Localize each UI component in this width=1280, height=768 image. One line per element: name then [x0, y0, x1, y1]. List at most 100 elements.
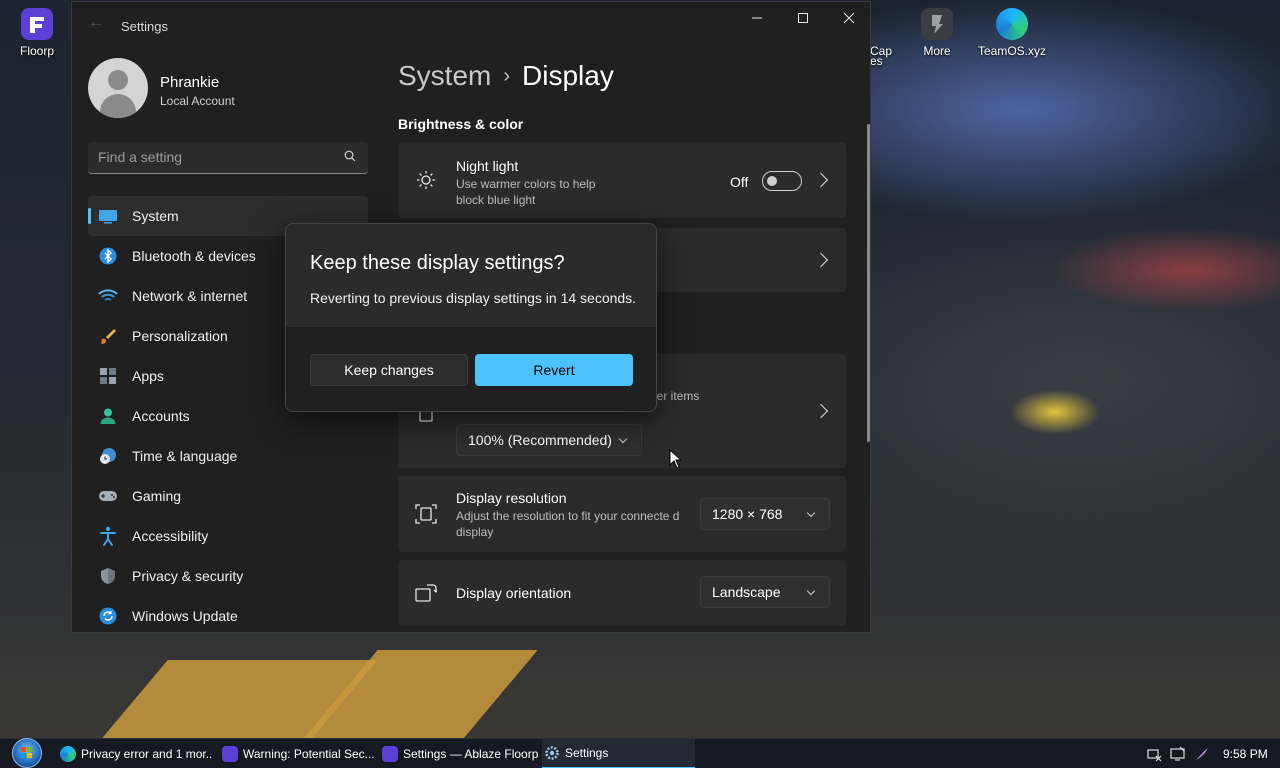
- gamepad-icon: [98, 486, 118, 506]
- search-input[interactable]: [98, 149, 328, 165]
- window-title: Settings: [121, 19, 168, 34]
- profile-account-type: Local Account: [160, 94, 235, 108]
- taskbar-item-label: Settings — Ablaze Floorp: [403, 747, 538, 761]
- pen-icon[interactable]: [1194, 746, 1210, 762]
- taskbar: Privacy error and 1 mor... Warning: Pote…: [0, 738, 1280, 768]
- sidebar-item-label: Accounts: [132, 408, 190, 424]
- orientation-icon: [414, 581, 438, 605]
- sidebar-item-label: System: [132, 208, 179, 224]
- update-icon: [98, 606, 118, 626]
- clock[interactable]: 9:58 PM: [1223, 747, 1268, 761]
- sidebar-item-accessibility[interactable]: Accessibility: [88, 516, 368, 556]
- dialog-title: Keep these display settings?: [310, 252, 565, 274]
- desktop-icon-label: TeamOS.xyz: [977, 44, 1046, 58]
- section-title: Brightness & color: [398, 116, 524, 132]
- resolution-icon: [414, 502, 438, 526]
- display-resolution-card[interactable]: Display resolution Adjust the resolution…: [398, 476, 846, 552]
- night-light-title: Night light: [456, 158, 519, 174]
- orientation-dropdown-value: Landscape: [712, 584, 781, 600]
- more-icon: [921, 8, 953, 40]
- chevron-right-icon: [813, 172, 829, 188]
- display-resolution-title: Display resolution: [456, 490, 567, 506]
- floorp-icon: [382, 746, 398, 762]
- sidebar-item-label: Bluetooth & devices: [132, 248, 256, 264]
- mouse-cursor-icon: [669, 449, 681, 469]
- display-orientation-card[interactable]: Display orientation Landscape: [398, 560, 846, 626]
- night-light-description: Use warmer colors to help block blue lig…: [456, 177, 596, 207]
- desktop-icon-teamos[interactable]: TeamOS.xyz: [972, 0, 1052, 58]
- sidebar-item-gaming[interactable]: Gaming: [88, 476, 368, 516]
- page-title: Display: [522, 60, 614, 91]
- sidebar-item-label: Network & internet: [132, 288, 248, 304]
- sidebar-item-label: Privacy & security: [132, 568, 244, 584]
- apps-icon: [98, 366, 118, 386]
- sidebar-item-label: Accessibility: [132, 528, 209, 544]
- sidebar-item-privacy-security[interactable]: Privacy & security: [88, 556, 368, 596]
- chevron-down-icon: [806, 586, 816, 596]
- network-disconnected-icon[interactable]: [1146, 746, 1162, 762]
- floorp-icon: [222, 746, 238, 762]
- taskbar-item-floorp-warning[interactable]: Warning: Potential Sec...: [222, 739, 374, 768]
- desktop-icon-label: More: [923, 44, 951, 58]
- night-light-state: Off: [730, 174, 749, 190]
- desktop-icon-label: Floorp: [19, 44, 54, 58]
- avatar: [88, 58, 148, 118]
- keep-display-settings-dialog: Keep these display settings? Reverting t…: [285, 223, 657, 412]
- edge-icon: [60, 746, 76, 762]
- resolution-dropdown-value: 1280 × 768: [712, 506, 783, 522]
- back-arrow-icon[interactable]: ←: [88, 14, 104, 32]
- search-box[interactable]: [88, 142, 368, 174]
- edge-icon: [996, 8, 1028, 40]
- sidebar-item-windows-update[interactable]: Windows Update: [88, 596, 368, 632]
- night-light-toggle[interactable]: [762, 171, 802, 191]
- resolution-dropdown[interactable]: 1280 × 768: [700, 498, 830, 530]
- shield-icon: [98, 566, 118, 586]
- sidebar-item-label: Time & language: [132, 448, 238, 464]
- taskbar-item-label: Warning: Potential Sec...: [243, 747, 374, 761]
- scale-dropdown[interactable]: 100% (Recommended): [456, 424, 642, 456]
- revert-button[interactable]: Revert: [475, 354, 633, 386]
- accounts-icon: [98, 406, 118, 426]
- sun-icon: [414, 168, 438, 192]
- volume-icon[interactable]: [1170, 746, 1186, 762]
- wifi-icon: [98, 286, 118, 306]
- floorp-icon: [21, 8, 53, 40]
- scale-dropdown-value: 100% (Recommended): [468, 432, 612, 448]
- night-light-card[interactable]: Night light Use warmer colors to help bl…: [398, 142, 846, 218]
- scrollbar[interactable]: [867, 124, 870, 442]
- sidebar-item-label: Windows Update: [132, 608, 238, 624]
- keep-changes-button[interactable]: Keep changes: [310, 354, 468, 386]
- desktop-icon-floorp[interactable]: Floorp: [0, 0, 77, 58]
- chevron-right-icon: [813, 403, 829, 419]
- windows-logo-icon: [12, 738, 42, 768]
- sidebar-item-label: Personalization: [132, 328, 228, 344]
- breadcrumb: System › Display: [398, 60, 614, 92]
- start-button[interactable]: [10, 738, 42, 768]
- sidebar-item-label: Apps: [132, 368, 164, 384]
- active-indicator: [88, 208, 91, 224]
- desktop-icon-more[interactable]: More: [897, 0, 977, 58]
- search-icon[interactable]: [344, 150, 356, 162]
- orientation-dropdown[interactable]: Landscape: [700, 576, 830, 608]
- system-icon: [98, 206, 118, 226]
- chevron-right-icon: [813, 252, 829, 268]
- breadcrumb-separator: ›: [503, 65, 511, 87]
- bluetooth-icon: [98, 246, 118, 266]
- profile-name: Phrankie: [160, 74, 220, 91]
- dialog-footer: Keep changes Revert: [286, 327, 656, 411]
- clock-globe-icon: [98, 446, 118, 466]
- sidebar-item-time-language[interactable]: Time & language: [88, 436, 368, 476]
- taskbar-item-label: Settings: [565, 746, 609, 760]
- taskbar-item-settings[interactable]: Settings: [542, 739, 695, 768]
- breadcrumb-system-link[interactable]: System: [398, 60, 491, 91]
- scale-description-fragment: her items: [650, 389, 700, 403]
- chevron-down-icon: [806, 508, 816, 518]
- taskbar-item-edge[interactable]: Privacy error and 1 mor...: [60, 739, 212, 768]
- dialog-message: Reverting to previous display settings i…: [310, 290, 637, 306]
- taskbar-item-label: Privacy error and 1 mor...: [81, 747, 212, 761]
- accessibility-icon: [98, 526, 118, 546]
- taskbar-item-floorp-settings[interactable]: Settings — Ablaze Floorp: [382, 739, 538, 768]
- display-orientation-title: Display orientation: [456, 585, 572, 601]
- display-resolution-description: Adjust the resolution to fit your connec…: [456, 509, 680, 539]
- sidebar-item-label: Gaming: [132, 488, 182, 504]
